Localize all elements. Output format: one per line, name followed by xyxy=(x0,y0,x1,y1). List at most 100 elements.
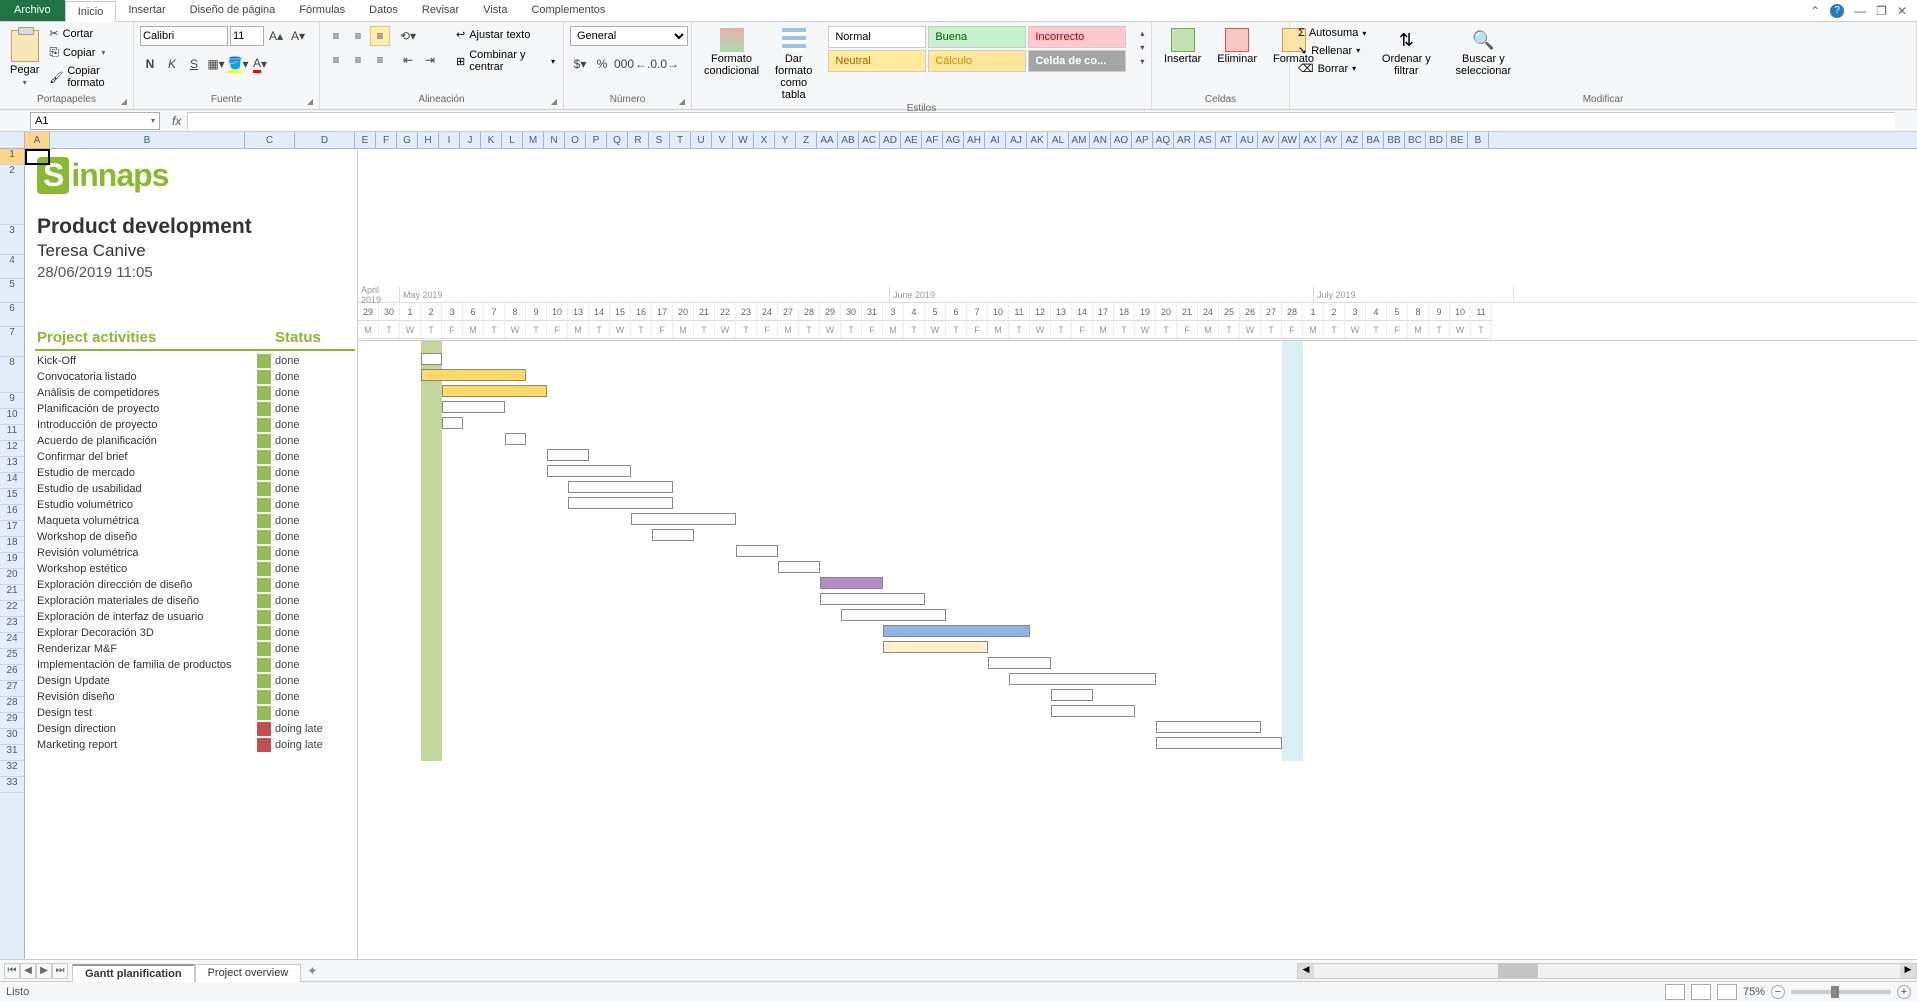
activity-row[interactable]: Design directiondoing late xyxy=(37,721,357,737)
column-header[interactable]: AW xyxy=(1279,132,1300,148)
style-cell[interactable]: Buena xyxy=(928,26,1026,48)
activity-row[interactable]: Planificación de proyectodone xyxy=(37,401,357,417)
column-header[interactable]: D xyxy=(295,132,355,148)
row-header[interactable]: 28 xyxy=(0,697,24,713)
column-header[interactable]: AL xyxy=(1048,132,1069,148)
gantt-bar[interactable] xyxy=(841,609,946,621)
row-header[interactable]: 29 xyxy=(0,713,24,729)
gantt-bar[interactable] xyxy=(547,465,631,477)
tab-file[interactable]: Archivo xyxy=(0,0,65,21)
gantt-bar[interactable] xyxy=(1009,673,1156,685)
style-cell[interactable]: Cálculo xyxy=(928,50,1026,72)
activity-row[interactable]: Workshop estéticodone xyxy=(37,561,357,577)
fx-icon[interactable]: fx xyxy=(166,114,187,128)
column-header[interactable]: C xyxy=(245,132,295,148)
spreadsheet-grid[interactable]: 1234567891011121314151617181920212223242… xyxy=(0,149,1917,959)
column-header[interactable]: AY xyxy=(1321,132,1342,148)
activity-row[interactable]: Acuerdo de planificacióndone xyxy=(37,433,357,449)
column-header[interactable]: AA xyxy=(817,132,838,148)
clear-button[interactable]: ⌫Borrar▾ xyxy=(1296,61,1368,76)
column-header[interactable]: R xyxy=(628,132,649,148)
row-header[interactable]: 10 xyxy=(0,409,24,425)
tab-diseño-de-página[interactable]: Diseño de página xyxy=(178,0,288,21)
gantt-bar[interactable] xyxy=(736,545,778,557)
tab-nav-first[interactable]: ⏮ xyxy=(4,963,20,979)
column-header[interactable]: AO xyxy=(1111,132,1132,148)
align-center-button[interactable]: ≡ xyxy=(348,50,368,70)
tab-nav-next[interactable]: ▶ xyxy=(36,963,52,979)
row-header[interactable]: 11 xyxy=(0,425,24,441)
column-header[interactable]: F xyxy=(376,132,397,148)
activity-row[interactable]: Estudio de usabilidaddone xyxy=(37,481,357,497)
column-header[interactable]: BA xyxy=(1363,132,1384,148)
column-header[interactable]: Y xyxy=(775,132,796,148)
tab-complementos[interactable]: Complementos xyxy=(519,0,617,21)
activity-row[interactable]: Explorar Decoración 3Ddone xyxy=(37,625,357,641)
merge-center-button[interactable]: ⊞Combinar y centrar▾ xyxy=(454,47,557,75)
gantt-bar[interactable] xyxy=(1156,721,1261,733)
activity-row[interactable]: Estudio de mercadodone xyxy=(37,465,357,481)
underline-button[interactable]: S xyxy=(184,54,204,74)
decimal-increase-button[interactable]: ←.0 xyxy=(636,54,656,74)
align-middle-button[interactable]: ≡ xyxy=(348,26,368,46)
view-pagebreak-button[interactable] xyxy=(1717,984,1737,1000)
column-header[interactable]: BB xyxy=(1384,132,1405,148)
activity-row[interactable]: Maqueta volumétricadone xyxy=(37,513,357,529)
column-header[interactable]: AS xyxy=(1195,132,1216,148)
column-header[interactable]: V xyxy=(712,132,733,148)
row-header[interactable]: 15 xyxy=(0,489,24,505)
column-header[interactable]: I xyxy=(439,132,460,148)
column-header[interactable]: K xyxy=(481,132,502,148)
border-button[interactable]: ▦▾ xyxy=(206,54,226,74)
row-header[interactable]: 27 xyxy=(0,681,24,697)
activity-row[interactable]: Kick-Offdone xyxy=(37,353,357,369)
tab-fórmulas[interactable]: Fórmulas xyxy=(287,0,357,21)
row-header[interactable]: 17 xyxy=(0,521,24,537)
format-as-table-button[interactable]: Dar formato como tabla xyxy=(769,26,818,103)
activity-row[interactable]: Revisión volumétricadone xyxy=(37,545,357,561)
gantt-bar[interactable] xyxy=(442,401,505,413)
gantt-bar[interactable] xyxy=(883,641,988,653)
style-cell[interactable]: Celda de co... xyxy=(1028,50,1126,72)
name-box[interactable]: A1▾ xyxy=(30,112,160,130)
number-format-select[interactable]: General xyxy=(570,26,688,46)
tab-vista[interactable]: Vista xyxy=(471,0,519,21)
column-header[interactable]: BE xyxy=(1447,132,1468,148)
orientation-button[interactable]: ⟲▾ xyxy=(398,26,418,46)
column-header[interactable]: AX xyxy=(1300,132,1321,148)
row-header[interactable]: 23 xyxy=(0,617,24,633)
column-header[interactable]: AH xyxy=(964,132,985,148)
currency-button[interactable]: $▾ xyxy=(570,54,590,74)
row-header[interactable]: 30 xyxy=(0,729,24,745)
styles-more-button[interactable]: ▾ xyxy=(1132,54,1152,68)
percent-button[interactable]: % xyxy=(592,54,612,74)
row-header[interactable]: 8 xyxy=(0,357,24,393)
column-header[interactable]: P xyxy=(586,132,607,148)
gantt-bar[interactable] xyxy=(547,449,589,461)
gantt-bar[interactable] xyxy=(442,417,463,429)
row-header[interactable]: 7 xyxy=(0,327,24,357)
column-header[interactable]: Z xyxy=(796,132,817,148)
gantt-bar[interactable] xyxy=(652,529,694,541)
column-header[interactable]: W xyxy=(733,132,754,148)
tab-nav-prev[interactable]: ◀ xyxy=(20,963,36,979)
gantt-bar[interactable] xyxy=(820,593,925,605)
cut-button[interactable]: Cortar xyxy=(47,26,127,41)
column-header[interactable]: AB xyxy=(838,132,859,148)
launcher-icon[interactable]: ◢ xyxy=(679,97,685,106)
tab-inicio[interactable]: Inicio xyxy=(65,1,117,22)
column-header[interactable]: BD xyxy=(1426,132,1447,148)
row-header[interactable]: 32 xyxy=(0,761,24,777)
conditional-format-button[interactable]: Formato condicional xyxy=(698,26,765,79)
bold-button[interactable]: N xyxy=(140,54,160,74)
tab-datos[interactable]: Datos xyxy=(357,0,410,21)
column-header[interactable]: T xyxy=(670,132,691,148)
column-header[interactable]: AM xyxy=(1069,132,1090,148)
shrink-font-button[interactable]: A▾ xyxy=(288,26,308,46)
column-header[interactable]: B xyxy=(1468,132,1489,148)
thousands-button[interactable]: 000 xyxy=(614,54,634,74)
align-right-button[interactable]: ≡ xyxy=(370,50,390,70)
activity-row[interactable]: Workshop de diseñodone xyxy=(37,529,357,545)
tab-revisar[interactable]: Revisar xyxy=(410,0,471,21)
zoom-thumb[interactable] xyxy=(1831,986,1839,998)
